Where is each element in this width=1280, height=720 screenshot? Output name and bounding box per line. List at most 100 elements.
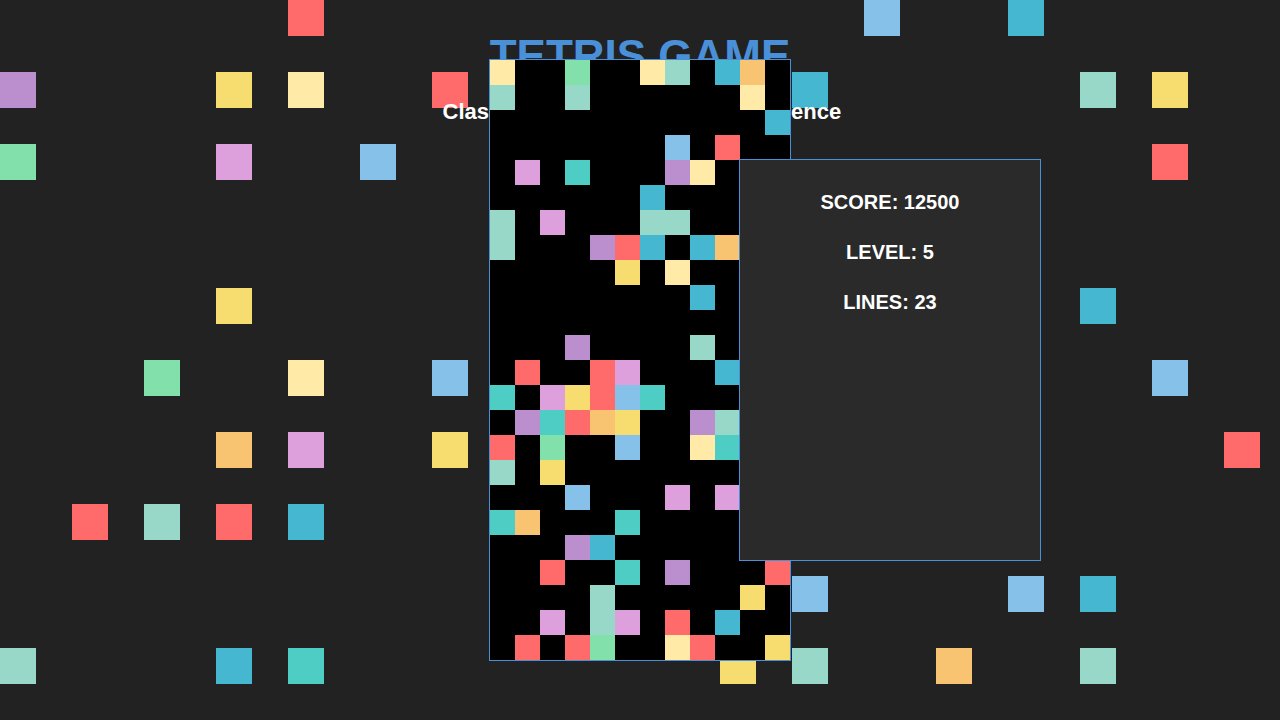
board-block xyxy=(690,410,715,435)
board-cell xyxy=(665,285,690,310)
board-cell xyxy=(640,110,665,135)
board-cell xyxy=(590,460,615,485)
background-square xyxy=(0,72,36,108)
board-cell xyxy=(715,460,740,485)
board-cell xyxy=(615,60,640,85)
board-cell xyxy=(765,135,790,160)
board-block xyxy=(590,385,615,410)
background-square xyxy=(216,288,252,324)
background-square xyxy=(288,0,324,36)
background-square xyxy=(432,432,468,468)
board-cell xyxy=(640,360,665,385)
board-block xyxy=(615,610,640,635)
board-cell xyxy=(615,335,640,360)
board-cell xyxy=(715,560,740,585)
board-block xyxy=(665,485,690,510)
board-block xyxy=(715,60,740,85)
board-cell xyxy=(690,110,715,135)
board-block xyxy=(615,235,640,260)
board-block xyxy=(490,385,515,410)
board-block xyxy=(740,585,765,610)
board-cell xyxy=(515,285,540,310)
board-block xyxy=(515,635,540,660)
board-block xyxy=(665,135,690,160)
board-cell xyxy=(640,435,665,460)
board-cell xyxy=(665,235,690,260)
board-cell xyxy=(515,60,540,85)
board-cell xyxy=(490,185,515,210)
board-cell xyxy=(515,385,540,410)
board-block xyxy=(540,435,565,460)
board-cell xyxy=(515,535,540,560)
board-block xyxy=(565,85,590,110)
board-cell xyxy=(690,135,715,160)
board-cell xyxy=(665,435,690,460)
board-cell xyxy=(540,260,565,285)
board-cell xyxy=(490,135,515,160)
board-cell xyxy=(640,485,665,510)
board-cell xyxy=(715,335,740,360)
board-cell xyxy=(640,585,665,610)
board-cell xyxy=(565,585,590,610)
board-cell xyxy=(715,310,740,335)
board-block xyxy=(665,610,690,635)
background-square xyxy=(216,144,252,180)
board-block xyxy=(515,510,540,535)
board-cell xyxy=(590,485,615,510)
board-cell xyxy=(515,210,540,235)
board-cell xyxy=(640,285,665,310)
background-square xyxy=(1152,144,1188,180)
board-cell xyxy=(615,535,640,560)
board-block xyxy=(565,385,590,410)
board-cell xyxy=(690,485,715,510)
board-block xyxy=(615,410,640,435)
background-square xyxy=(72,504,108,540)
background-square xyxy=(144,360,180,396)
board-cell xyxy=(640,310,665,335)
board-block xyxy=(590,610,615,635)
board-cell xyxy=(690,560,715,585)
board-cell xyxy=(640,260,665,285)
board-cell xyxy=(490,260,515,285)
board-cell xyxy=(740,110,765,135)
board-block xyxy=(540,560,565,585)
board-cell xyxy=(640,135,665,160)
stat-label: LINES: 23 xyxy=(843,290,936,314)
board-cell xyxy=(515,435,540,460)
board-block xyxy=(765,110,790,135)
subtitle-right: ence xyxy=(791,99,841,125)
board-block xyxy=(690,335,715,360)
background-square xyxy=(1152,360,1188,396)
board-cell xyxy=(540,235,565,260)
background-square xyxy=(360,144,396,180)
board-block xyxy=(490,210,515,235)
background-square xyxy=(288,432,324,468)
board-cell xyxy=(540,160,565,185)
board-cell xyxy=(590,110,615,135)
board-cell xyxy=(615,285,640,310)
board-block xyxy=(540,410,565,435)
board-cell xyxy=(690,460,715,485)
board-cell xyxy=(615,460,640,485)
board-block xyxy=(615,510,640,535)
board-cell xyxy=(615,485,640,510)
board-cell xyxy=(665,510,690,535)
board-block xyxy=(640,60,665,85)
board-cell xyxy=(690,310,715,335)
board-cell xyxy=(540,510,565,535)
board-block xyxy=(540,610,565,635)
board-cell xyxy=(565,435,590,460)
board-block xyxy=(665,60,690,85)
board-cell xyxy=(690,360,715,385)
board-cell xyxy=(715,260,740,285)
board-block xyxy=(540,460,565,485)
board-cell xyxy=(715,585,740,610)
board-block xyxy=(740,60,765,85)
background-square xyxy=(1224,432,1260,468)
board-block xyxy=(540,210,565,235)
board-cell xyxy=(490,110,515,135)
board-cell xyxy=(565,185,590,210)
background-square xyxy=(936,648,972,684)
board-cell xyxy=(490,585,515,610)
board-block xyxy=(565,535,590,560)
